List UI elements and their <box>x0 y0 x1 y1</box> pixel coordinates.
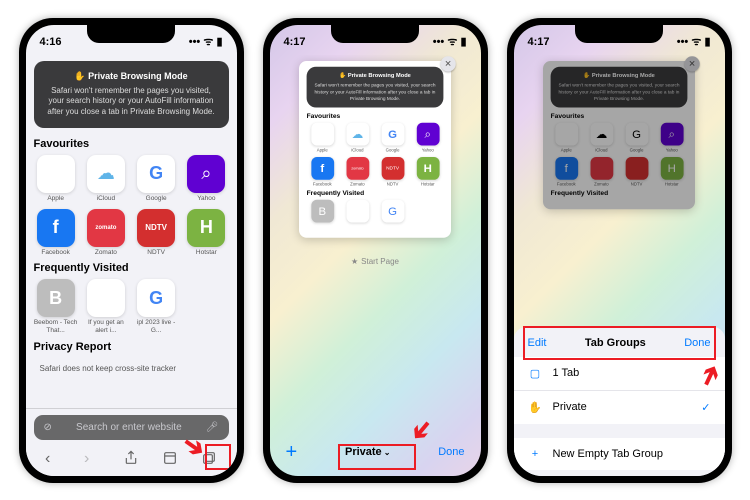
search-placeholder: Search or enter website <box>58 422 200 433</box>
status-indicators: ••• ᯤ ▮ <box>677 34 711 49</box>
banner-title: ✋ Private Browsing Mode <box>46 71 217 82</box>
fav-icloud[interactable]: ☁︎iCloud <box>84 155 128 203</box>
new-tab-button[interactable]: + <box>286 441 298 464</box>
thumb-banner: ✋ Private Browsing Mode Safari won't rem… <box>307 66 444 107</box>
private-banner: ✋ Private Browsing Mode Safari won't rem… <box>34 61 229 128</box>
fav-hotstar[interactable]: HHotstar <box>184 209 228 257</box>
fav-yahoo[interactable]: ⌕Yahoo <box>184 155 228 203</box>
privacy-shield-icon: ⊘ <box>44 422 52 433</box>
fav-row-2: fFacebook zomatoZomato NDTVNDTV HHotstar <box>34 209 229 257</box>
phone-2: 4:17 ••• ᯤ ▮ ✕ ✋ Private Browsing Mode S… <box>263 18 488 483</box>
mic-icon[interactable]: 🎤︎ <box>206 422 219 433</box>
banner-desc: Safari won't remember the pages you visi… <box>46 86 217 118</box>
share-icon[interactable] <box>123 450 139 466</box>
close-tab-icon[interactable]: ✕ <box>441 56 456 71</box>
start-page-label: ★Start Page <box>278 247 473 276</box>
fav-row-1: Apple ☁︎iCloud GGoogle ⌕Yahoo <box>34 155 229 203</box>
status-time: 4:17 <box>528 36 550 48</box>
phone-1: 4:16 ••• ᯤ ▮ ✋ Private Browsing Mode Saf… <box>19 18 244 483</box>
privacy-text: Safari does not keep cross-site tracker <box>34 358 229 379</box>
freq-apple-alert[interactable]: If you get an alert i... <box>84 279 128 335</box>
plus-icon: + <box>528 448 543 460</box>
fav-apple[interactable]: Apple <box>34 155 78 203</box>
freq-ipl[interactable]: Gipl 2023 live - G... <box>134 279 178 335</box>
frequently-heading: Frequently Visited <box>34 262 229 274</box>
tab-thumbnail[interactable]: ✕ ✋ Private Browsing Mode Safari won't r… <box>299 61 451 238</box>
favourites-heading: Favourites <box>34 138 229 150</box>
highlight-tabs-button <box>205 444 231 470</box>
fav-google[interactable]: GGoogle <box>134 155 178 203</box>
private-hand-icon: ✋ <box>528 401 543 414</box>
new-tab-group[interactable]: + New Empty Tab Group <box>514 438 725 470</box>
fav-ndtv[interactable]: NDTVNDTV <box>134 209 178 257</box>
status-indicators: ••• ᯤ ▮ <box>189 34 223 49</box>
fav-facebook[interactable]: fFacebook <box>34 209 78 257</box>
status-indicators: ••• ᯤ ▮ <box>433 34 467 49</box>
tab-switcher: ✕ ✋ Private Browsing Mode Safari won't r… <box>270 55 481 431</box>
tab-group-private[interactable]: ✋ Private ✓ <box>514 391 725 424</box>
privacy-heading: Privacy Report <box>34 341 229 353</box>
status-time: 4:17 <box>284 36 306 48</box>
tabs-square-icon: ▢ <box>528 367 543 380</box>
forward-icon[interactable]: › <box>84 450 100 466</box>
status-time: 4:16 <box>40 36 62 48</box>
status-bar: 4:17 ••• ᯤ ▮ <box>270 25 481 55</box>
freq-row: BBeebom - Tech That... If you get an ale… <box>34 279 229 335</box>
done-button[interactable]: Done <box>438 446 464 458</box>
star-icon: ★ <box>351 257 358 266</box>
fav-zomato[interactable]: zomatoZomato <box>84 209 128 257</box>
screen-3: 4:17 ••• ᯤ ▮ ✕ ✋ Private Browsing ModeSa… <box>514 25 725 476</box>
freq-beebom[interactable]: BBeebom - Tech That... <box>34 279 78 335</box>
screen-1: 4:16 ••• ᯤ ▮ ✋ Private Browsing Mode Saf… <box>26 25 237 476</box>
phone-3: 4:17 ••• ᯤ ▮ ✕ ✋ Private Browsing ModeSa… <box>507 18 732 483</box>
start-page: ✋ Private Browsing Mode Safari won't rem… <box>26 55 237 408</box>
screen-2: 4:17 ••• ᯤ ▮ ✕ ✋ Private Browsing Mode S… <box>270 25 481 476</box>
back-icon[interactable]: ‹ <box>45 450 61 466</box>
status-bar: 4:17 ••• ᯤ ▮ <box>514 25 725 55</box>
checkmark-icon: ✓ <box>701 401 710 414</box>
highlight-private-selector <box>338 444 416 470</box>
highlight-1tab-row <box>523 326 716 360</box>
status-bar: 4:16 ••• ᯤ ▮ <box>26 25 237 55</box>
